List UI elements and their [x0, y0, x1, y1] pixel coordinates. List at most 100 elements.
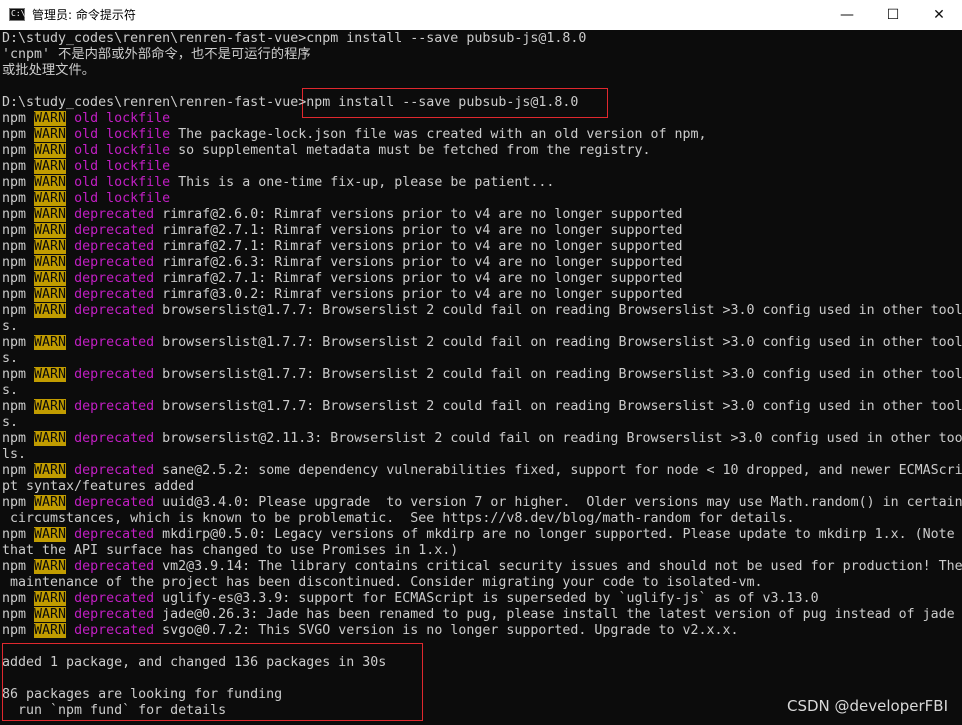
warn-category: deprecated [66, 223, 155, 238]
title-bar[interactable]: C:\ 管理员: 命令提示符 — ☐ ✕ [0, 0, 962, 30]
console-text: rimraf@2.7.1: Rimraf versions prior to v… [154, 223, 683, 238]
warn-category: deprecated [66, 559, 155, 574]
console-line: added 1 package, and changed 136 package… [2, 655, 386, 671]
console-text: s. [2, 319, 19, 334]
console-text: run `npm fund` for details [2, 703, 227, 718]
warn-badge: WARN [34, 239, 67, 254]
console-line: npm WARN deprecated svgo@0.7.2: This SVG… [2, 623, 739, 639]
watermark-text: CSDN @developerFBI [787, 697, 948, 715]
warn-category: old lockfile [66, 143, 171, 158]
warn-category: deprecated [66, 463, 155, 478]
console-text: sane@2.5.2: some dependency vulnerabilit… [154, 463, 962, 478]
warn-category: deprecated [66, 271, 155, 286]
warn-badge: WARN [34, 399, 67, 414]
console-line: 86 packages are looking for funding [2, 687, 282, 703]
warn-badge: WARN [34, 207, 67, 222]
console-line: s. [2, 383, 18, 399]
warn-category: deprecated [66, 399, 155, 414]
console-text: npm [2, 303, 35, 318]
warn-badge: WARN [34, 559, 67, 574]
console-text: 86 packages are looking for funding [2, 687, 283, 702]
console-text: npm [2, 527, 35, 542]
console-text: s. [2, 383, 19, 398]
warn-badge: WARN [34, 591, 67, 606]
console-text: rimraf@2.6.0: Rimraf versions prior to v… [154, 207, 683, 222]
console-line: s. [2, 415, 18, 431]
console-line: npm WARN deprecated uglify-es@3.3.9: sup… [2, 591, 819, 607]
warn-badge: WARN [34, 335, 67, 350]
warn-badge: WARN [34, 191, 67, 206]
warn-category: deprecated [66, 239, 155, 254]
warn-category: deprecated [66, 303, 155, 318]
warn-category: old lockfile [66, 111, 171, 126]
console-text: browserslist@2.11.3: Browserslist 2 coul… [154, 431, 962, 446]
console-line: npm WARN deprecated browserslist@1.7.7: … [2, 399, 962, 415]
warn-badge: WARN [34, 287, 67, 302]
console-text: npm [2, 495, 35, 510]
console-text: that the API surface has changed to use … [2, 543, 459, 558]
console-line: s. [2, 351, 18, 367]
minimize-button[interactable]: — [824, 0, 870, 30]
console-line: that the API surface has changed to use … [2, 543, 458, 559]
warn-badge: WARN [34, 127, 67, 142]
console-line: s. [2, 319, 18, 335]
warn-category: deprecated [66, 335, 155, 350]
console-text: browserslist@1.7.7: Browserslist 2 could… [154, 335, 962, 350]
console-text: rimraf@2.7.1: Rimraf versions prior to v… [154, 271, 683, 286]
console-line: npm WARN deprecated rimraf@3.0.2: Rimraf… [2, 287, 682, 303]
console-line: 或批处理文件。 [2, 63, 95, 79]
warn-badge: WARN [34, 303, 67, 318]
console-text: This is a one-time fix-up, please be pat… [170, 175, 555, 190]
warn-category: old lockfile [66, 159, 171, 174]
console-line: ls. [2, 447, 26, 463]
warn-category: deprecated [66, 287, 155, 302]
console-text: npm [2, 255, 35, 270]
console-text: npm [2, 239, 35, 254]
console-text: npm [2, 335, 35, 350]
console-text: npm [2, 607, 35, 622]
console-text: npm [2, 591, 35, 606]
console-line: npm WARN deprecated rimraf@2.6.3: Rimraf… [2, 255, 682, 271]
cmd-app-icon: C:\ [9, 8, 25, 21]
console-line: run `npm fund` for details [2, 703, 226, 719]
console-text: npm [2, 399, 35, 414]
warn-category: deprecated [66, 591, 155, 606]
console-text: npm [2, 223, 35, 238]
warn-category: deprecated [66, 431, 155, 446]
warn-badge: WARN [34, 159, 67, 174]
console-text: s. [2, 415, 19, 430]
console-line: npm WARN old lockfile [2, 159, 170, 175]
console-text: 'cnpm' 不是内部或外部命令，也不是可运行的程序 [2, 47, 311, 62]
console-text: browserslist@1.7.7: Browserslist 2 could… [154, 303, 962, 318]
console-line: npm WARN deprecated sane@2.5.2: some dep… [2, 463, 962, 479]
warn-category: old lockfile [66, 191, 171, 206]
console-text: npm [2, 271, 35, 286]
warn-badge: WARN [34, 527, 67, 542]
console-line: npm WARN deprecated rimraf@2.7.1: Rimraf… [2, 223, 682, 239]
console-line: D:\study_codes\renren\renren-fast-vue>np… [2, 95, 578, 111]
console-line: D:\study_codes\renren\renren-fast-vue>cn… [2, 31, 586, 47]
console-text: npm [2, 559, 35, 574]
console-text: npm [2, 127, 35, 142]
warn-badge: WARN [34, 495, 67, 510]
console-text: maintenance of the project has been disc… [2, 575, 763, 590]
console-text: circumstances, which is known to be prob… [2, 511, 795, 526]
console-line: npm WARN old lockfile This is a one-time… [2, 175, 554, 191]
console-text: ls. [2, 447, 27, 462]
close-button[interactable]: ✕ [916, 0, 962, 30]
console-text: so supplemental metadata must be fetched… [170, 143, 651, 158]
console-line: npm WARN deprecated browserslist@2.11.3:… [2, 431, 962, 447]
warn-category: deprecated [66, 495, 155, 510]
warn-category: deprecated [66, 255, 155, 270]
warn-category: deprecated [66, 367, 155, 382]
console-text: rimraf@2.7.1: Rimraf versions prior to v… [154, 239, 683, 254]
console-line: npm WARN deprecated rimraf@2.6.0: Rimraf… [2, 207, 682, 223]
console-line: npm WARN deprecated uuid@3.4.0: Please u… [2, 495, 962, 511]
warn-badge: WARN [34, 223, 67, 238]
console-line: npm WARN old lockfile [2, 111, 170, 127]
console-text: npm [2, 143, 35, 158]
warn-badge: WARN [34, 463, 67, 478]
console-text: D:\study_codes\renren\renren-fast-vue>cn… [2, 31, 587, 46]
maximize-button[interactable]: ☐ [870, 0, 916, 30]
console-output[interactable]: D:\study_codes\renren\renren-fast-vue>cn… [0, 30, 962, 725]
